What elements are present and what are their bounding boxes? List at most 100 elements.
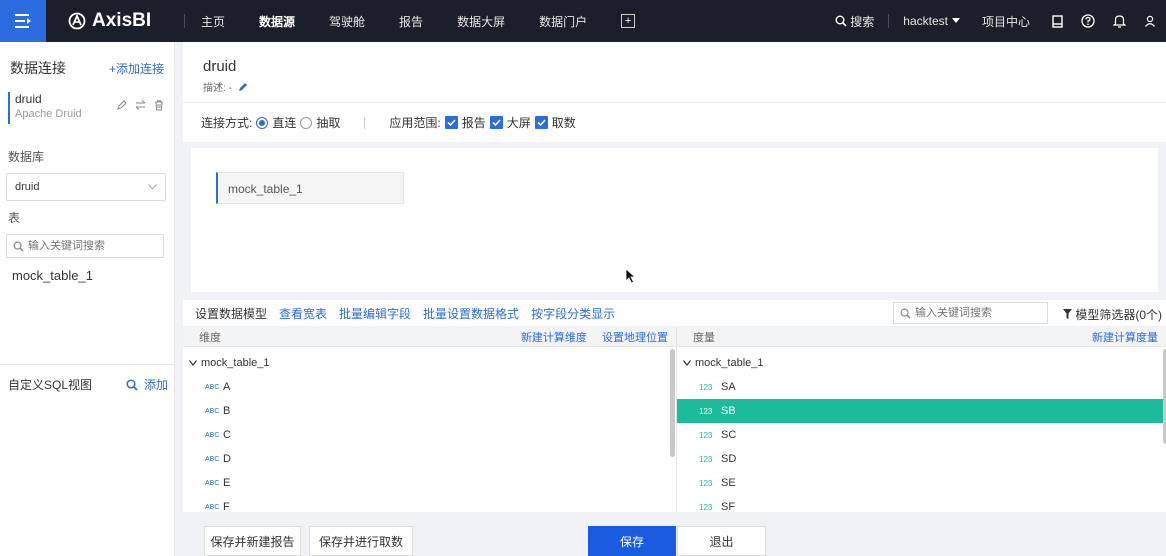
user-icon[interactable] xyxy=(1144,15,1156,27)
measure-field[interactable]: 123 SA xyxy=(677,375,1166,399)
bookmark-icon[interactable] xyxy=(1052,14,1063,28)
menu-toggle-button[interactable] xyxy=(0,0,46,42)
dimension-field-name: E xyxy=(223,477,231,489)
delete-icon[interactable] xyxy=(154,100,164,114)
table-list-item[interactable]: mock_table_1 xyxy=(0,258,174,293)
save-button[interactable]: 保存 xyxy=(588,526,676,556)
dimension-group-name: mock_table_1 xyxy=(201,357,270,369)
add-sql-view-button[interactable]: 添加 xyxy=(126,376,168,393)
field-search-box[interactable] xyxy=(893,302,1048,324)
measure-group[interactable]: mock_table_1 xyxy=(677,347,1166,375)
project-center-link[interactable]: 项目中心 xyxy=(982,13,1030,30)
measures-title: 度量 xyxy=(693,331,715,344)
checkbox-report[interactable] xyxy=(444,116,458,129)
nav-big-screen[interactable]: 数据大屏 xyxy=(457,13,505,30)
exit-button[interactable]: 退出 xyxy=(677,526,766,556)
dimension-field[interactable]: ABC D xyxy=(183,447,676,471)
app-logo-text: AxisBI xyxy=(92,10,152,31)
menu-icon xyxy=(15,14,31,28)
search-icon xyxy=(126,378,138,391)
dimension-group[interactable]: mock_table_1 xyxy=(183,347,676,375)
user-menu[interactable]: hacktest xyxy=(903,14,960,28)
model-filter-button[interactable]: 模型筛选器(0个) xyxy=(1062,306,1162,323)
connection-item-druid[interactable]: druid Apache Druid xyxy=(8,92,166,124)
datasource-name: druid xyxy=(203,58,237,75)
dimensions-header: 维度 新建计算维度 设置地理位置 xyxy=(183,327,676,347)
table-search-input[interactable] xyxy=(28,240,148,252)
batch-format-link[interactable]: 批量设置数据格式 xyxy=(423,305,519,322)
checkbox-big-screen-label[interactable]: 大屏 xyxy=(507,114,531,131)
chevron-down-icon xyxy=(189,360,197,366)
top-right-actions: 搜索 hacktest 项目中心 xyxy=(819,0,1166,42)
connection-options-row: 连接方式: 直连 抽取 应用范围: 报告 大屏 取数 xyxy=(183,102,1166,142)
measure-field-name: SC xyxy=(721,429,737,441)
group-by-category-link[interactable]: 按字段分类显示 xyxy=(531,305,615,322)
radio-extract[interactable] xyxy=(300,116,313,129)
search-button[interactable]: 搜索 xyxy=(835,13,874,30)
table-search-box[interactable] xyxy=(6,234,164,258)
save-and-new-report-button[interactable]: 保存并新建报告 xyxy=(204,526,301,556)
dimension-field[interactable]: ABC E xyxy=(183,471,676,495)
measure-field[interactable]: 123 SE xyxy=(677,471,1166,495)
string-type-icon: ABC xyxy=(205,455,220,463)
checkbox-big-screen[interactable] xyxy=(489,116,503,129)
dimensions-scrollbar[interactable] xyxy=(670,349,675,457)
measure-field[interactable]: 123 SD xyxy=(677,447,1166,471)
checkbox-report-label[interactable]: 报告 xyxy=(462,114,486,131)
add-tab-icon[interactable]: + xyxy=(621,14,636,28)
new-calc-measure-link[interactable]: 新建计算度量 xyxy=(1092,332,1158,344)
connection-mode-label: 连接方式: xyxy=(201,116,253,130)
sidebar-title: 数据连接 xyxy=(10,60,66,76)
checkbox-fetch[interactable] xyxy=(534,116,548,129)
database-select[interactable]: druid xyxy=(6,173,166,201)
swap-icon[interactable] xyxy=(135,100,146,114)
nav-datasource[interactable]: 数据源 xyxy=(259,13,295,30)
dimension-field[interactable]: ABC A xyxy=(183,375,676,399)
new-calc-dimension-link[interactable]: 新建计算维度 xyxy=(521,332,587,344)
set-data-model-button[interactable]: 设置数据模型 xyxy=(195,305,267,322)
edit-pencil-icon[interactable] xyxy=(238,82,248,92)
radio-direct[interactable] xyxy=(256,116,269,129)
dimension-field-name: D xyxy=(223,453,231,465)
checkbox-fetch-label[interactable]: 取数 xyxy=(552,114,576,131)
nav-report[interactable]: 报告 xyxy=(399,13,423,30)
help-icon[interactable] xyxy=(1081,14,1095,28)
set-geo-location-link[interactable]: 设置地理位置 xyxy=(602,332,668,344)
check-icon xyxy=(447,119,456,126)
footer-actions: 保存并新建报告 保存并进行取数 保存 退出 xyxy=(183,516,1166,556)
measures-panel: 度量 新建计算度量 mock_table_1 123 SA 123 SB 123 SC… xyxy=(677,327,1166,512)
measure-field[interactable]: 123 SC xyxy=(677,423,1166,447)
batch-edit-fields-link[interactable]: 批量编辑字段 xyxy=(339,305,411,322)
dimension-field[interactable]: ABC F xyxy=(183,495,676,512)
string-type-icon: ABC xyxy=(205,407,220,415)
database-label: 数据库 xyxy=(8,150,45,164)
description-text: 描述: - xyxy=(203,83,232,94)
app-logo[interactable]: AxisBI xyxy=(68,10,178,32)
dimension-field[interactable]: ABC B xyxy=(183,399,676,423)
sidebar-divider xyxy=(0,364,175,365)
nav-home[interactable]: 主页 xyxy=(201,13,225,30)
mouse-cursor-icon xyxy=(625,268,637,284)
dimension-field[interactable]: ABC C xyxy=(183,423,676,447)
measure-field[interactable]: 123 SF xyxy=(677,495,1166,512)
measure-field-selected[interactable]: 123 SB xyxy=(677,399,1166,423)
save-and-fetch-button[interactable]: 保存并进行取数 xyxy=(309,526,413,556)
top-navigation-bar: AxisBI 主页 数据源 驾驶舱 报告 数据大屏 数据门户 + 搜索 hack… xyxy=(0,0,1166,42)
edit-icon[interactable] xyxy=(117,100,127,114)
bell-icon[interactable] xyxy=(1113,14,1126,28)
add-connection-button[interactable]: +添加连接 xyxy=(109,60,164,77)
divider xyxy=(364,116,366,129)
radio-extract-label[interactable]: 抽取 xyxy=(316,114,340,131)
nav-cockpit[interactable]: 驾驶舱 xyxy=(329,13,365,30)
canvas-table-node[interactable]: mock_table_1 xyxy=(216,172,404,204)
model-toolbar: 设置数据模型 查看宽表 批量编辑字段 批量设置数据格式 按字段分类显示 模型筛选… xyxy=(183,300,1166,326)
string-type-icon: ABC xyxy=(205,503,220,511)
view-wide-table-link[interactable]: 查看宽表 xyxy=(279,305,327,322)
field-search-input[interactable] xyxy=(915,307,1035,319)
dimensions-actions: 新建计算维度 设置地理位置 xyxy=(509,329,668,345)
nav-data-portal[interactable]: 数据门户 xyxy=(539,13,587,30)
number-type-icon: 123 xyxy=(699,502,713,512)
chevron-down-icon xyxy=(148,184,157,190)
model-canvas[interactable]: mock_table_1 xyxy=(191,148,1158,292)
radio-direct-label[interactable]: 直连 xyxy=(272,114,296,131)
